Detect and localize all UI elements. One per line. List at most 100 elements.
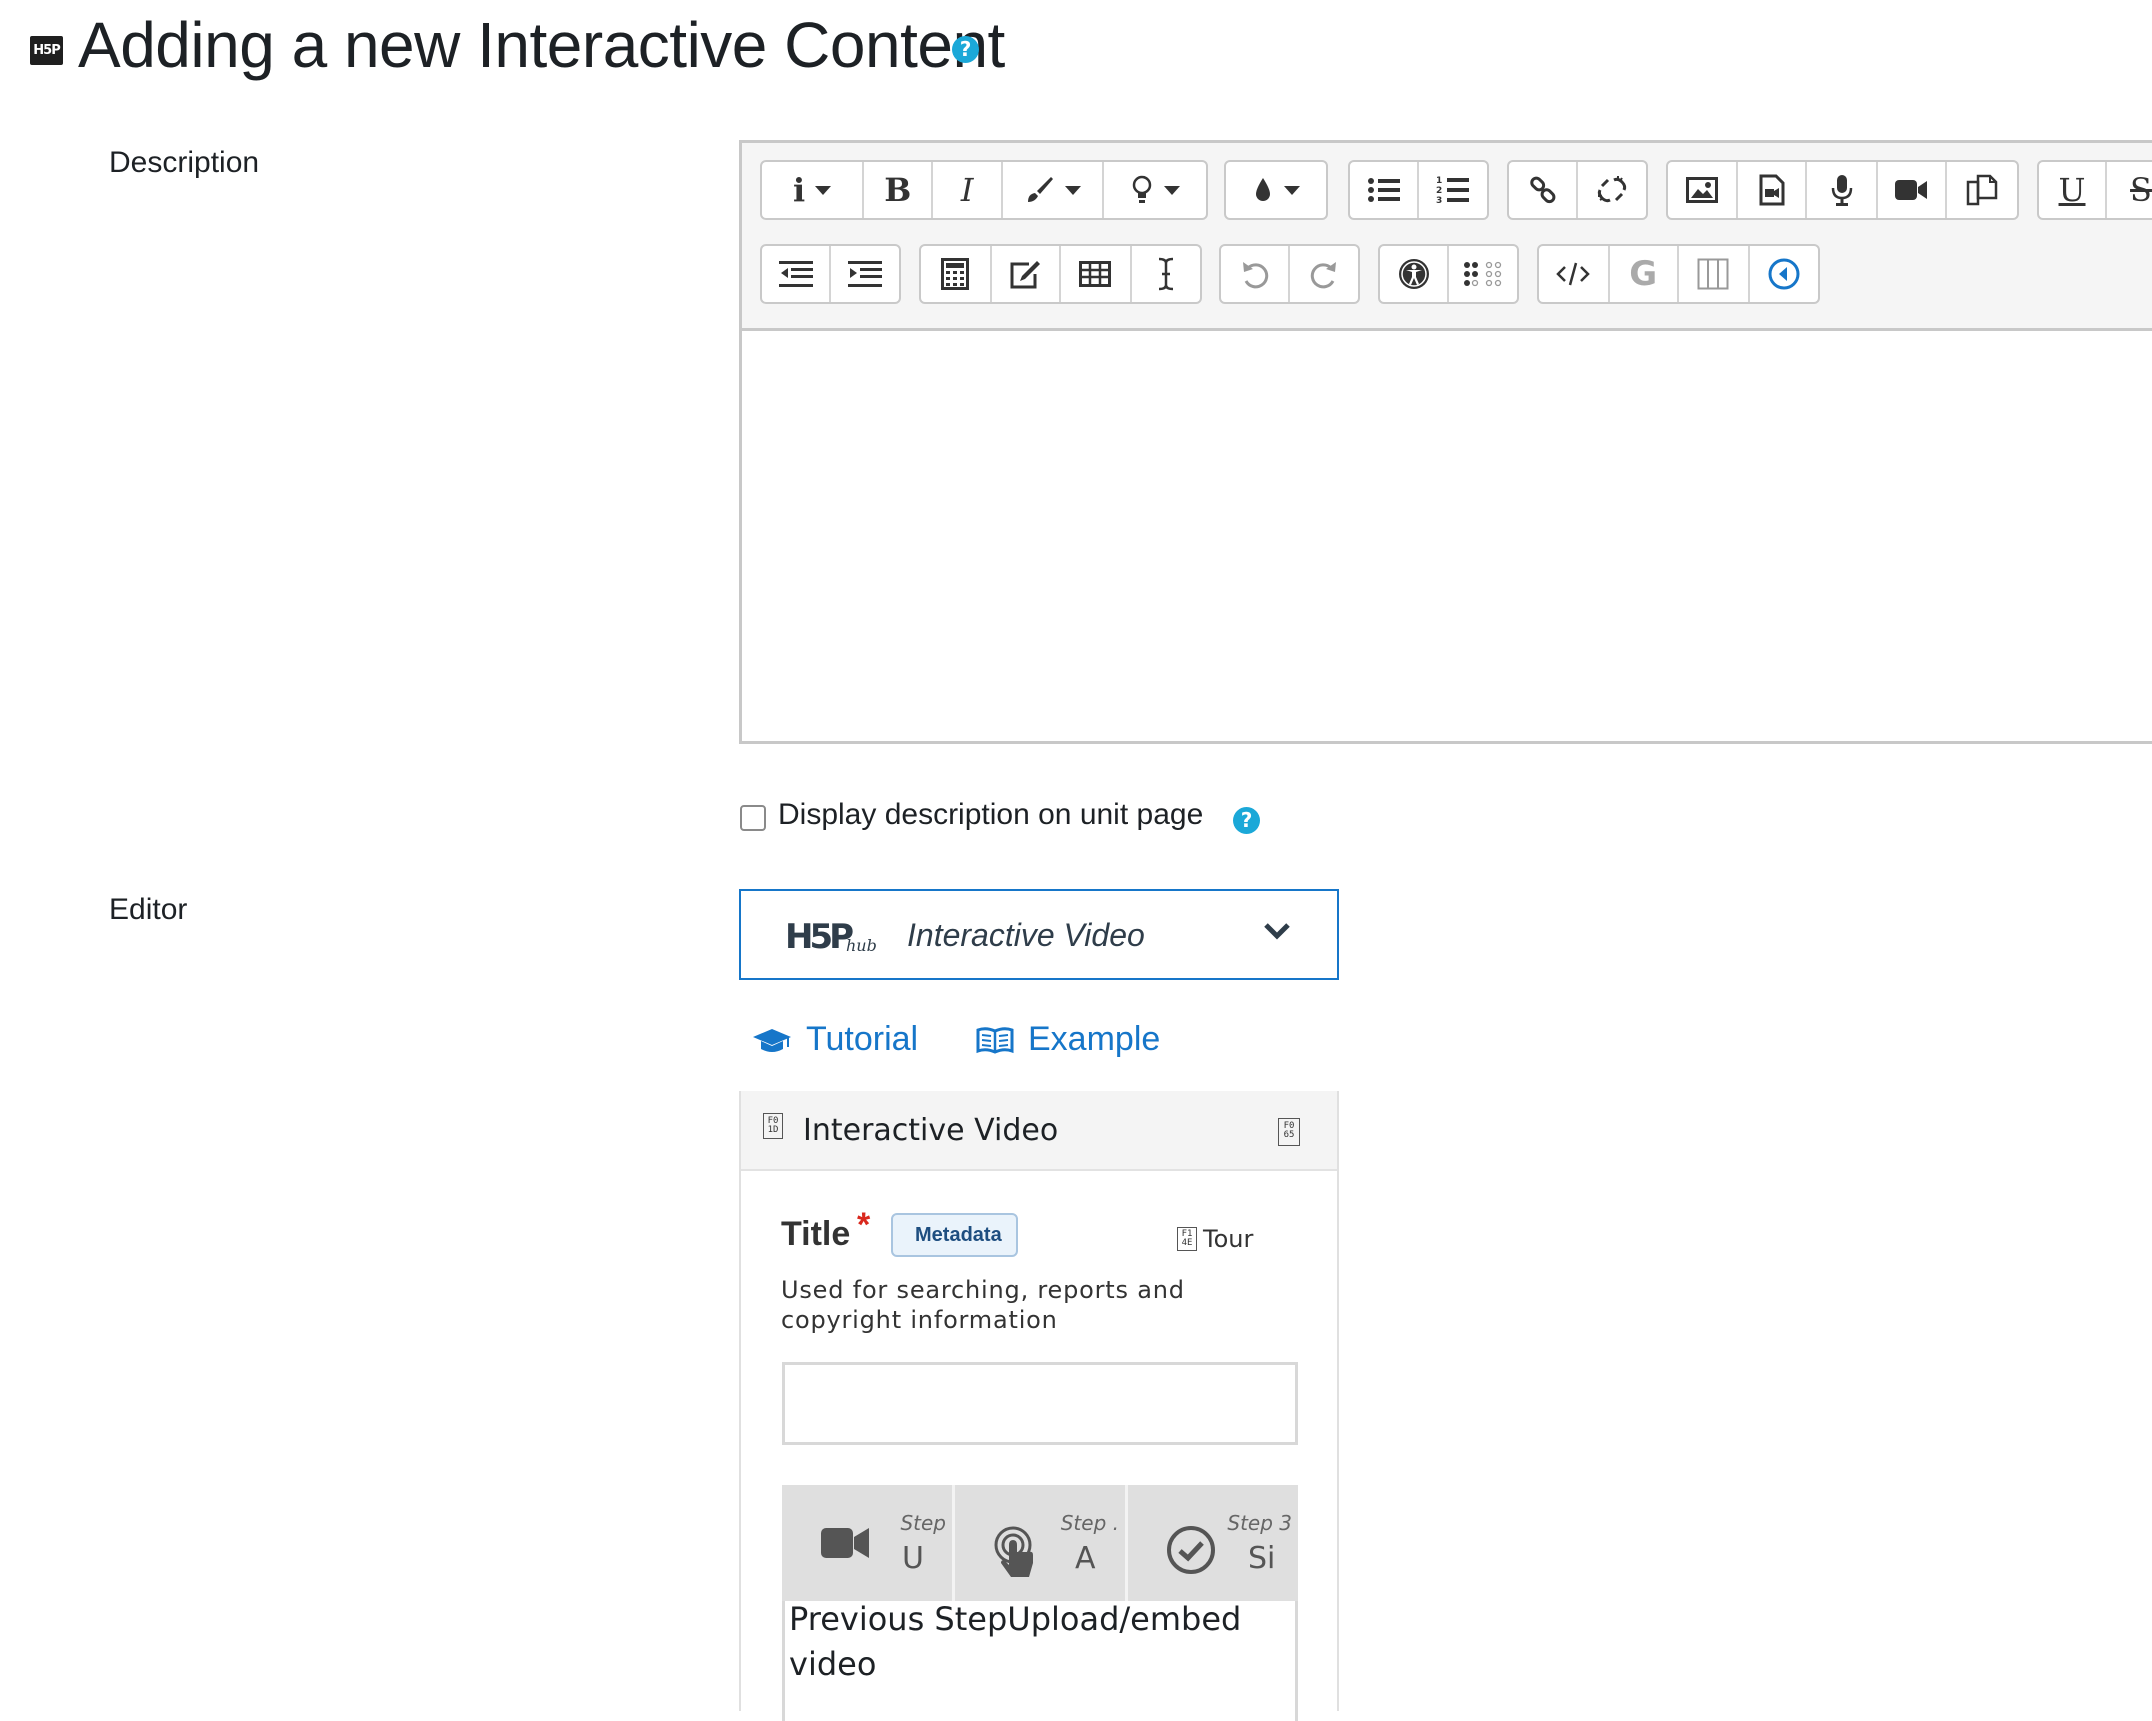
interactive-video-panel: F0 1D Interactive Video F0 65 Title * Me… <box>739 1091 1339 1721</box>
indent-button[interactable] <box>831 246 899 302</box>
microphone-icon <box>1831 175 1852 206</box>
columns-button[interactable] <box>1679 246 1750 302</box>
lightbulb-menu-button[interactable] <box>1104 162 1206 218</box>
step-label: Step . <box>1060 1511 1119 1535</box>
step-title: U <box>902 1541 924 1576</box>
undo-button[interactable] <box>1221 246 1290 302</box>
tour-icon: F1 4E <box>1177 1227 1197 1251</box>
accessibility-button[interactable] <box>1380 246 1449 302</box>
display-description-help-icon[interactable]: ? <box>1233 807 1260 834</box>
video-camera-icon <box>821 1528 869 1558</box>
numbered-list-button[interactable]: 123 <box>1419 162 1487 218</box>
step-summary[interactable]: Step 3 Si <box>1128 1485 1298 1601</box>
cursor-text-button[interactable] <box>1132 246 1201 302</box>
link-button[interactable] <box>1509 162 1578 218</box>
graduation-cap-icon <box>753 1028 791 1052</box>
toolbar-group-media <box>1666 160 2019 220</box>
strikethrough-icon: S <box>2130 171 2152 209</box>
media-file-button[interactable] <box>1738 162 1808 218</box>
braille-icon <box>1464 261 1502 287</box>
edit-math-button[interactable] <box>992 246 1061 302</box>
record-video-button[interactable] <box>1878 162 1947 218</box>
bullet-list-icon <box>1367 178 1400 202</box>
info-menu-button[interactable]: i <box>762 162 865 218</box>
style-brush-menu-button[interactable] <box>1003 162 1104 218</box>
grammar-g-icon: G <box>1629 254 1658 294</box>
calculator-icon <box>941 258 970 290</box>
underline-button[interactable]: U <box>2039 162 2108 218</box>
toolbar-group-style: i B I <box>760 160 1208 220</box>
accessibility-icon <box>1398 259 1429 289</box>
underline-icon: U <box>2058 171 2086 209</box>
toolbar-group-insert <box>919 244 1202 304</box>
record-audio-button[interactable] <box>1807 162 1878 218</box>
svg-text:2: 2 <box>1436 186 1442 196</box>
toolbar-group-extra: G <box>1537 244 1820 304</box>
step-add-interactions[interactable]: Step . A <box>955 1485 1128 1601</box>
toolbar-group-text-decor: U S <box>2037 160 2152 220</box>
code-icon <box>1556 262 1591 286</box>
svg-text:1: 1 <box>1436 176 1442 186</box>
check-circle-icon <box>1167 1526 1215 1574</box>
bold-icon: B <box>884 171 912 209</box>
toolbar-group-lists: 123 <box>1348 160 1489 220</box>
page-title-text: Adding a new Interactive Content <box>78 9 1005 81</box>
unlink-button[interactable] <box>1578 162 1646 218</box>
h5p-logo-icon: H5P <box>30 36 63 65</box>
play-back-circle-icon <box>1768 258 1800 290</box>
bold-button[interactable]: B <box>864 162 934 218</box>
equation-button[interactable] <box>921 246 992 302</box>
description-label: Description <box>109 146 260 179</box>
outdent-icon <box>778 261 813 287</box>
required-indicator: * <box>857 1206 871 1244</box>
tutorial-link[interactable]: Tutorial <box>752 1020 918 1059</box>
table-button[interactable] <box>1061 246 1132 302</box>
strikethrough-button[interactable]: S <box>2107 162 2152 218</box>
italic-icon: I <box>960 171 974 209</box>
editor-content-area[interactable] <box>742 331 2152 741</box>
fullscreen-icon[interactable]: F0 65 <box>1278 1118 1300 1146</box>
video-camera-icon <box>1895 180 1928 200</box>
manage-files-button[interactable] <box>1947 162 2017 218</box>
table-icon <box>1079 261 1112 287</box>
bullet-list-button[interactable] <box>1350 162 1419 218</box>
text-cursor-icon <box>1158 257 1173 291</box>
page-title: Adding a new Interactive Content <box>78 8 1005 82</box>
grammar-button[interactable]: G <box>1610 246 1679 302</box>
columns-icon <box>1697 258 1729 290</box>
panel-title: Interactive Video <box>803 1113 1059 1148</box>
recit-button[interactable] <box>1750 246 1819 302</box>
toolbar-group-indent <box>760 244 901 304</box>
unlink-icon <box>1597 176 1627 203</box>
italic-button[interactable]: I <box>933 162 1003 218</box>
selected-content-type: Interactive Video <box>907 917 1145 953</box>
toolbar-group-accessibility <box>1378 244 1519 304</box>
info-icon: i <box>792 171 806 209</box>
step-title: A <box>1075 1541 1096 1576</box>
tour-button[interactable]: Tour <box>1203 1225 1253 1253</box>
content-type-selector[interactable]: H5P hub Interactive Video <box>739 889 1339 980</box>
image-button[interactable] <box>1668 162 1739 218</box>
html-source-button[interactable] <box>1539 246 1610 302</box>
color-drop-menu-button[interactable] <box>1226 162 1326 218</box>
toolbar-group-history <box>1219 244 1360 304</box>
metadata-button[interactable]: Metadata <box>891 1213 1018 1257</box>
title-help-icon[interactable]: ? <box>952 36 979 63</box>
example-link[interactable]: Example <box>976 1020 1160 1059</box>
toolbar-group-links <box>1507 160 1648 220</box>
title-input[interactable] <box>782 1362 1298 1445</box>
paintbrush-icon <box>1028 177 1054 202</box>
step-upload-video[interactable]: Step U <box>782 1485 955 1601</box>
image-icon <box>1686 177 1719 203</box>
previous-step-text[interactable]: Previous StepUpload/embed video <box>785 1597 1295 1687</box>
redo-button[interactable] <box>1290 246 1358 302</box>
display-description-checkbox[interactable] <box>740 805 766 831</box>
braille-button[interactable] <box>1449 246 1517 302</box>
outdent-button[interactable] <box>762 246 831 302</box>
open-book-icon <box>976 1026 1014 1054</box>
toolbar-group-color <box>1224 160 1328 220</box>
step-label: Step <box>900 1511 946 1535</box>
tutorial-link-label: Tutorial <box>806 1020 919 1058</box>
numbered-list-icon: 123 <box>1436 176 1469 206</box>
h5p-hub-logo-sub: hub <box>846 936 877 955</box>
